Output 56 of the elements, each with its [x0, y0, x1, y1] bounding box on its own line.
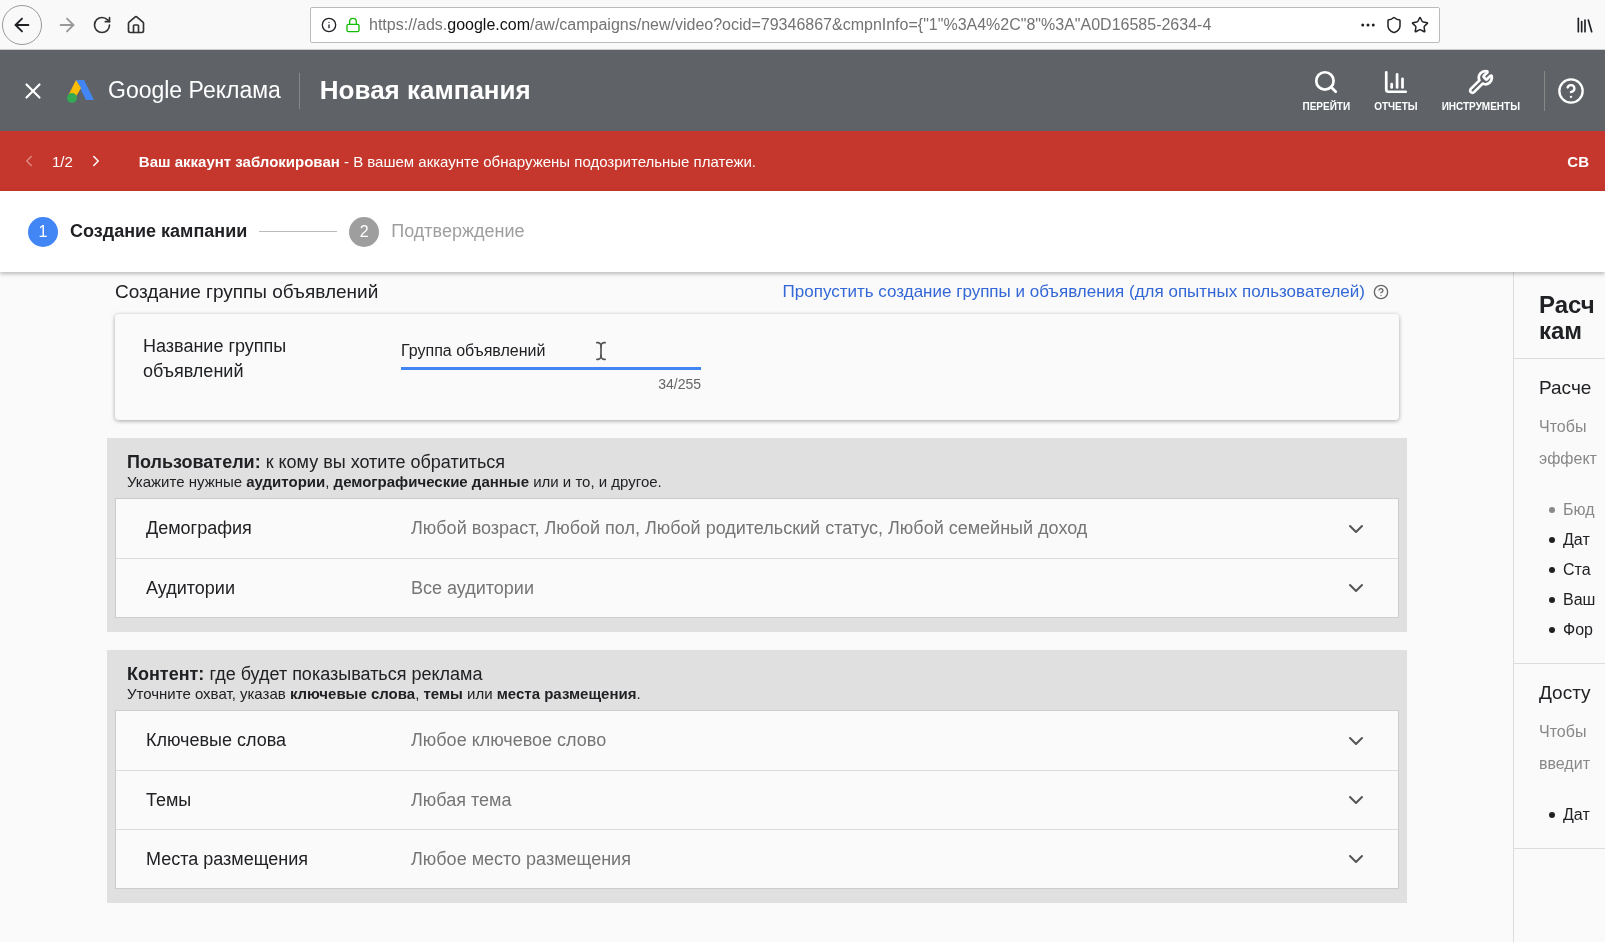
section-subtitle: Уточните охват, указав ключевые слова, темы или места размещения. [126, 685, 642, 702]
address-bar[interactable]: https://ads.google.com/aw/campaigns/new/video?ocid=79346867&cmpnInfo={"1"%3A4%2C"8"%3A"A0D16585-2634-4 [310, 6, 1440, 43]
help-icon[interactable] [1373, 284, 1389, 300]
step-label[interactable]: Создание кампании [70, 221, 248, 242]
row-label: Темы [146, 789, 193, 811]
toolbar-button[interactable]: ПЕРЕЙТИ [1290, 69, 1363, 112]
row-label: Аудитории [146, 577, 236, 599]
block-text: Чтобы эффект [1539, 417, 1598, 469]
brand-name: Google Реклама [108, 72, 300, 109]
character-counter: 34/255 [658, 376, 701, 392]
tools-icon [1467, 69, 1494, 95]
block-title: Досту [1539, 682, 1592, 704]
section-title: Пользователи: к кому вы хотите обратиться [126, 452, 507, 473]
block-text: Чтобы введит [1539, 722, 1591, 774]
step-number[interactable]: 1 [28, 216, 58, 247]
bullet-item: Бюд [1549, 495, 1605, 525]
row-value: Любое ключевое слово [411, 730, 608, 751]
page-title: Новая кампания [319, 75, 532, 106]
block-title: Расче [1539, 377, 1593, 399]
panel-title: Расч кам [1514, 272, 1605, 359]
reload-button[interactable] [92, 14, 112, 35]
expandable-row[interactable]: Аудитории Все аудитории [116, 558, 1398, 617]
section-title: Контент: где будет показываться реклама [126, 664, 484, 685]
row-label: Демография [146, 518, 253, 539]
expandable-row[interactable]: Темы Любая тема [116, 770, 1398, 829]
bullet-item: Фор [1549, 615, 1605, 645]
row-label: Места размещения [146, 848, 310, 870]
row-value: Любое место размещения [411, 848, 632, 870]
expandable-row[interactable]: Места размещения Любое место размещения [116, 829, 1398, 888]
expandable-row[interactable]: Демография Любой возраст, Любой пол, Любой родительский статус, Любой семейный доход [116, 499, 1398, 558]
field-label: Название группы объявлений [143, 335, 288, 383]
toolbar-button[interactable]: ИНСТРУМЕНТЫ [1429, 69, 1532, 112]
search-icon [1313, 69, 1340, 95]
row-value: Все аудитории [411, 577, 535, 599]
alert-message: Ваш аккаунт заблокирован - В вашем аккаунте обнаружены подозрительные платежи. [138, 152, 757, 170]
info-icon [321, 16, 337, 33]
expandable-row[interactable]: Ключевые слова Любое ключевое слово [116, 711, 1398, 770]
row-label: Ключевые слова [146, 730, 288, 751]
logo-icon [66, 77, 96, 104]
section-heading: Создание группы объявлений [115, 281, 379, 303]
lock-icon [345, 16, 361, 33]
bullet-item: Дат [1549, 800, 1605, 830]
bullet-item: Дат [1549, 525, 1605, 555]
input-field[interactable]: Группа объявлений [401, 334, 701, 370]
bookmark-icon[interactable] [1411, 15, 1429, 34]
alert-counter: 1/2 [52, 152, 73, 170]
skip-link[interactable]: Пропустить создание группы и объявления (для опытных пользователей) [782, 282, 1389, 302]
reports-icon [1382, 69, 1409, 95]
row-value: Любой возраст, Любой пол, Любой родительский статус, Любой семейный доход [411, 518, 1089, 539]
row-value: Любая тема [411, 789, 513, 811]
home-button[interactable] [126, 14, 146, 35]
bullet-item: Ста [1549, 555, 1605, 585]
alert-action[interactable]: СВ [1567, 152, 1589, 170]
bullet-item: Ваш [1549, 585, 1605, 615]
section-subtitle: Укажите нужные аудитории, демографические данные или и то, и другое. [126, 473, 663, 490]
toolbar-button[interactable]: ОТЧЕТЫ [1362, 69, 1430, 112]
